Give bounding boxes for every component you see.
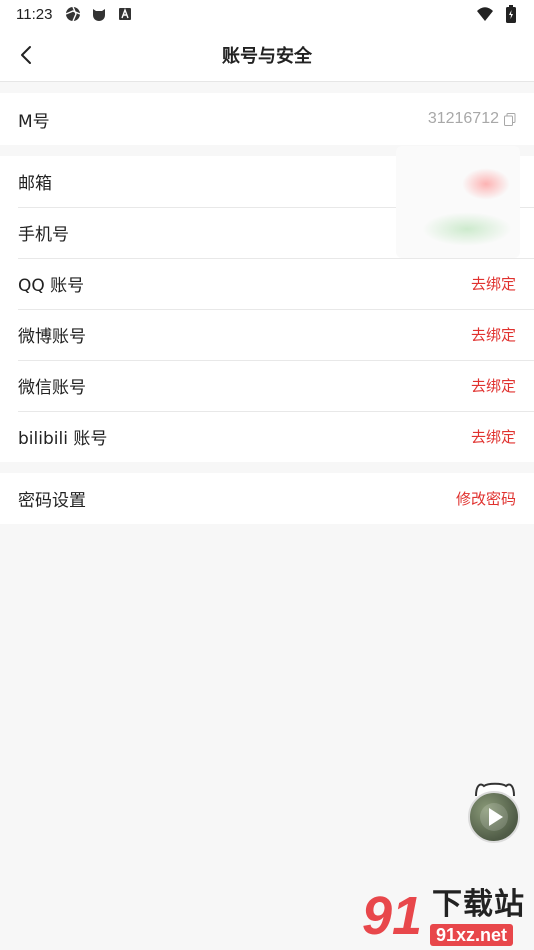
video-thumbnail <box>468 791 520 843</box>
blurred-overlay <box>396 146 520 258</box>
m-id-row: M号 31216712 <box>0 93 534 145</box>
wechat-label: 微信账号 <box>18 378 86 398</box>
copy-icon[interactable] <box>504 112 516 126</box>
password-section: 密码设置 修改密码 <box>0 473 534 524</box>
wechat-bind-link[interactable]: 去绑定 <box>471 375 516 396</box>
status-right <box>476 5 520 23</box>
watermark-digits: 91 <box>362 886 423 946</box>
wifi-icon <box>476 5 494 23</box>
wechat-row[interactable]: 微信账号 去绑定 <box>0 360 534 411</box>
password-row[interactable]: 密码设置 修改密码 <box>0 473 534 524</box>
m-id-value: 31216712 <box>427 110 499 127</box>
blurred-green-spot <box>422 212 512 246</box>
bilibili-row[interactable]: bilibili 账号 去绑定 <box>0 411 534 462</box>
battery-icon <box>502 5 520 23</box>
blurred-red-spot <box>462 168 510 200</box>
status-time: 11:23 <box>16 5 53 23</box>
play-icon <box>480 803 508 831</box>
chevron-left-icon <box>21 46 31 64</box>
qq-label: QQ 账号 <box>18 276 85 296</box>
password-label: 密码设置 <box>18 491 86 511</box>
weibo-row[interactable]: 微博账号 去绑定 <box>0 309 534 360</box>
aperture-icon <box>64 5 82 23</box>
m-id-value-group[interactable]: 31216712 <box>428 110 516 128</box>
back-button[interactable] <box>12 41 40 69</box>
qq-bind-link[interactable]: 去绑定 <box>471 273 516 294</box>
email-label: 邮箱 <box>18 174 52 194</box>
watermark-url: 91xz.net <box>430 924 514 946</box>
app-header: 账号与安全 <box>0 28 534 82</box>
weibo-label: 微博账号 <box>18 327 86 347</box>
change-password-link[interactable]: 修改密码 <box>456 488 516 509</box>
m-id-label: M号 <box>18 111 50 132</box>
bilibili-bind-link[interactable]: 去绑定 <box>471 426 516 447</box>
status-bar: 11:23 <box>0 0 534 28</box>
id-section: M号 31216712 <box>0 93 534 145</box>
qq-row[interactable]: QQ 账号 去绑定 <box>0 258 534 309</box>
watermark-title: 下载站 <box>432 887 525 922</box>
floating-video-button[interactable] <box>468 780 522 844</box>
bilibili-label: bilibili 账号 <box>18 429 108 449</box>
weibo-bind-link[interactable]: 去绑定 <box>471 324 516 345</box>
phone-label: 手机号 <box>18 225 69 245</box>
site-watermark: 91 下载站 91xz.net <box>360 884 534 950</box>
page-title: 账号与安全 <box>222 45 312 67</box>
a-box-icon <box>116 5 134 23</box>
github-icon <box>90 5 108 23</box>
